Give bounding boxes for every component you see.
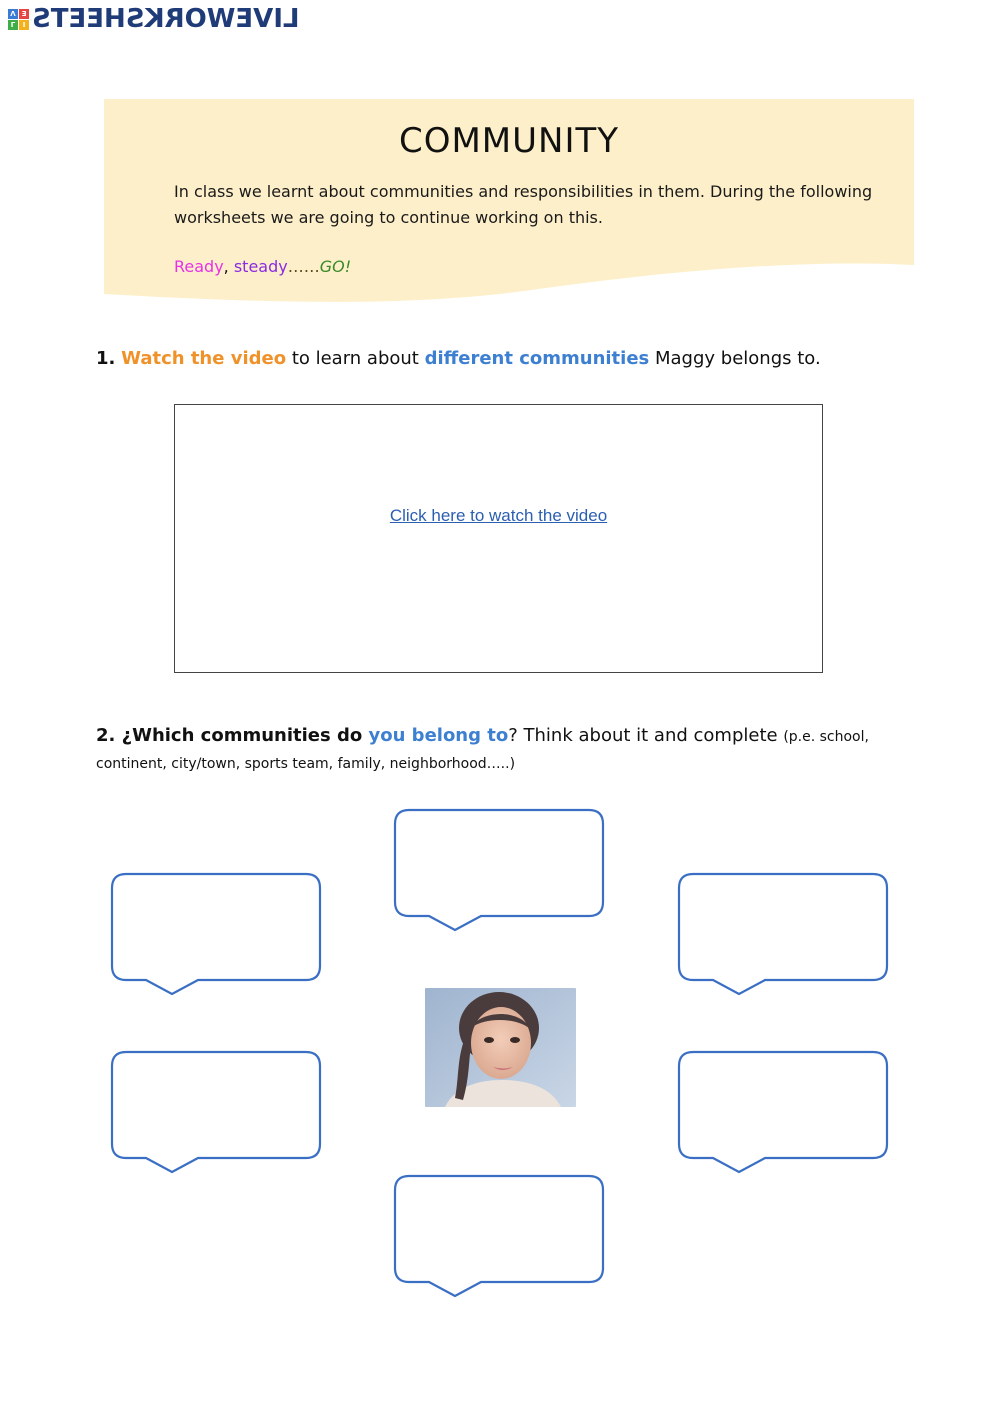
liveworksheets-logo-icon: Λ Ǝ Γ I xyxy=(8,8,29,30)
comma-text: , xyxy=(223,257,234,276)
question-highlight: Watch the video xyxy=(121,348,287,369)
watch-video-link[interactable]: Click here to watch the video xyxy=(175,506,822,526)
question-number: 2. xyxy=(96,725,116,746)
question-2: 2. ¿Which communities do you belong to? … xyxy=(96,723,896,777)
intro-text: In class we learnt about communities and… xyxy=(174,182,873,227)
ready-steady-go: Ready, steady……GO! xyxy=(174,257,351,276)
speech-bubble-top-center xyxy=(393,808,607,934)
question-text: to learn about xyxy=(286,348,425,369)
girl-portrait-photo xyxy=(425,988,576,1107)
go-text: GO! xyxy=(319,257,352,276)
speech-bubble-bottom-center xyxy=(393,1174,607,1300)
header-banner: COMMUNITY In class we learnt about commu… xyxy=(104,99,914,304)
question-text: ¿Which communities do xyxy=(115,725,369,746)
community-input-lower-right[interactable] xyxy=(687,1058,879,1150)
question-text: Maggy belongs to. xyxy=(649,348,821,369)
community-input-upper-right[interactable] xyxy=(687,880,879,972)
question-highlight: different communities xyxy=(424,348,650,369)
speech-bubble-lower-left xyxy=(110,1050,324,1176)
community-input-bottom-center[interactable] xyxy=(403,1182,595,1274)
ready-text: Ready xyxy=(174,257,224,276)
video-frame: Click here to watch the video xyxy=(174,404,823,673)
steady-text: steady xyxy=(233,257,288,276)
question-1: 1. Watch the video to learn about differ… xyxy=(96,348,821,369)
logo-text: LIVEWORKSHEETS xyxy=(32,4,300,34)
community-input-upper-left[interactable] xyxy=(120,880,312,972)
community-input-lower-left[interactable] xyxy=(120,1058,312,1150)
liveworksheets-logo: Λ Ǝ Γ I LIVEWORKSHEETS xyxy=(8,4,300,34)
question-text: ? Think about it and complete xyxy=(508,725,784,746)
speech-bubble-upper-left xyxy=(110,872,324,998)
page-title: COMMUNITY xyxy=(398,121,620,161)
question-number: 1. xyxy=(96,348,116,369)
speech-bubble-upper-right xyxy=(677,872,891,998)
community-input-top-center[interactable] xyxy=(403,816,595,908)
speech-bubble-lower-right xyxy=(677,1050,891,1176)
question-highlight: you belong to xyxy=(368,725,509,746)
dots-text: …… xyxy=(287,257,320,276)
